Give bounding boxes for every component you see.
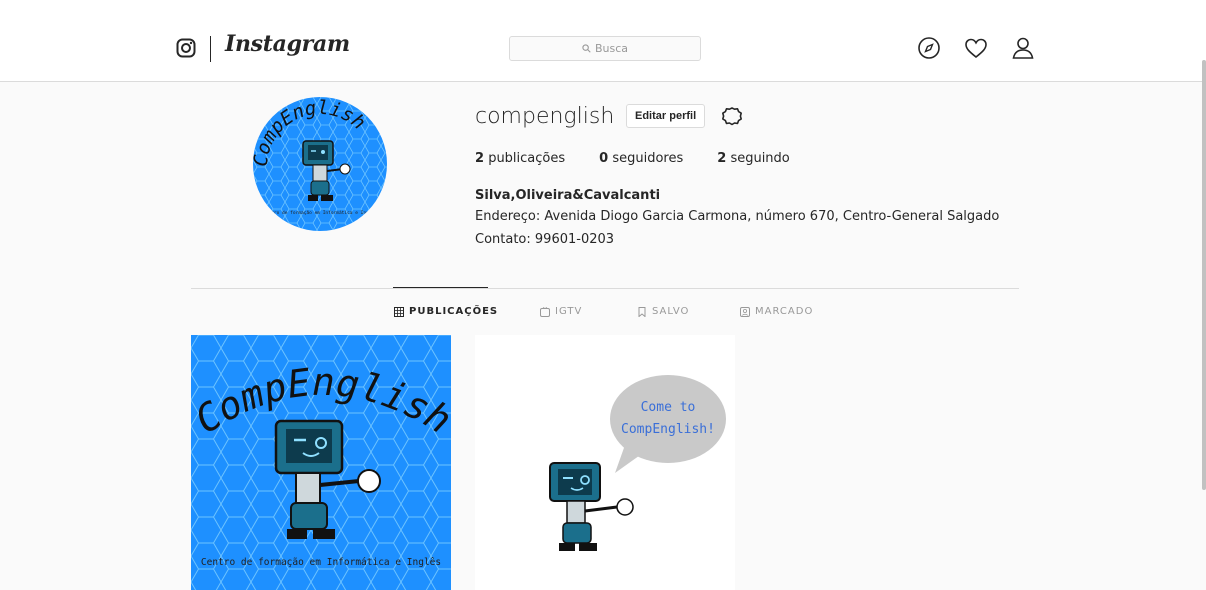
user-icon[interactable] xyxy=(1011,36,1035,60)
bookmark-icon xyxy=(638,306,646,317)
stat-followers[interactable]: 0 seguidores xyxy=(599,151,683,166)
tv-icon xyxy=(540,306,550,317)
stat-posts[interactable]: 2 publicações xyxy=(475,151,565,166)
post-thumbnail-1[interactable]: CompEnglish Centro de formação em Inform… xyxy=(191,335,451,590)
tag-icon xyxy=(740,306,750,317)
post-2-speech-line2: CompEnglish! xyxy=(621,422,715,437)
tab-igtv[interactable]: IGTV xyxy=(540,306,582,317)
grid-icon xyxy=(394,306,404,317)
profile-avatar[interactable]: CompEnglish Centro de formação em Inform… xyxy=(253,97,387,231)
stat-following[interactable]: 2 seguindo xyxy=(717,151,790,166)
heart-icon[interactable] xyxy=(964,36,988,60)
top-navigation-bar: Instagram Busca xyxy=(0,0,1206,82)
bio-full-name: Silva,Oliveira&Cavalcanti xyxy=(475,188,661,203)
tab-marcado-label: MARCADO xyxy=(755,306,814,317)
tab-igtv-label: IGTV xyxy=(555,306,583,317)
stat-posts-count: 2 xyxy=(475,151,485,166)
tab-salvo-label: SALVO xyxy=(652,306,690,317)
stat-following-count: 2 xyxy=(717,151,727,166)
edit-profile-button[interactable]: Editar perfil xyxy=(626,104,706,128)
profile-stats: 2 publicações 0 seguidores 2 seguindo xyxy=(475,151,824,166)
tab-salvo[interactable]: SALVO xyxy=(637,306,689,317)
search-placeholder: Busca xyxy=(594,42,629,55)
search-input[interactable]: Busca xyxy=(509,36,701,61)
stat-posts-label: publicações xyxy=(488,151,566,166)
avatar-subtitle: Centro de formação em Informática e Ingl… xyxy=(263,209,377,216)
compass-icon[interactable] xyxy=(917,36,941,60)
post-thumbnail-2[interactable]: Come to CompEnglish! xyxy=(475,335,735,590)
post-1-caption: Centro de formação em Informática e Ingl… xyxy=(201,557,441,568)
tab-marcado[interactable]: MARCADO xyxy=(740,306,813,317)
tab-publicacoes-label: PUBLICAÇÕES xyxy=(409,306,499,317)
stat-followers-count: 0 xyxy=(599,151,609,166)
bio-address: Endereço: Avenida Diogo Garcia Carmona, … xyxy=(475,209,1000,224)
stat-followers-label: seguidores xyxy=(612,151,684,166)
instagram-wordmark[interactable]: Instagram xyxy=(225,31,350,57)
search-icon xyxy=(582,44,591,53)
tabs-divider xyxy=(191,288,1019,289)
instagram-camera-icon[interactable] xyxy=(176,38,196,58)
bio-contact: Contato: 99601-0203 xyxy=(475,232,615,247)
gear-icon[interactable] xyxy=(721,106,743,128)
active-tab-indicator xyxy=(393,287,488,288)
tab-publicacoes[interactable]: PUBLICAÇÕES xyxy=(394,306,498,317)
profile-username: compenglish xyxy=(475,104,615,129)
page-scrollbar[interactable] xyxy=(1202,60,1206,490)
logo-separator xyxy=(210,36,211,62)
post-2-speech-line1: Come to xyxy=(641,400,696,415)
stat-following-label: seguindo xyxy=(730,151,790,166)
